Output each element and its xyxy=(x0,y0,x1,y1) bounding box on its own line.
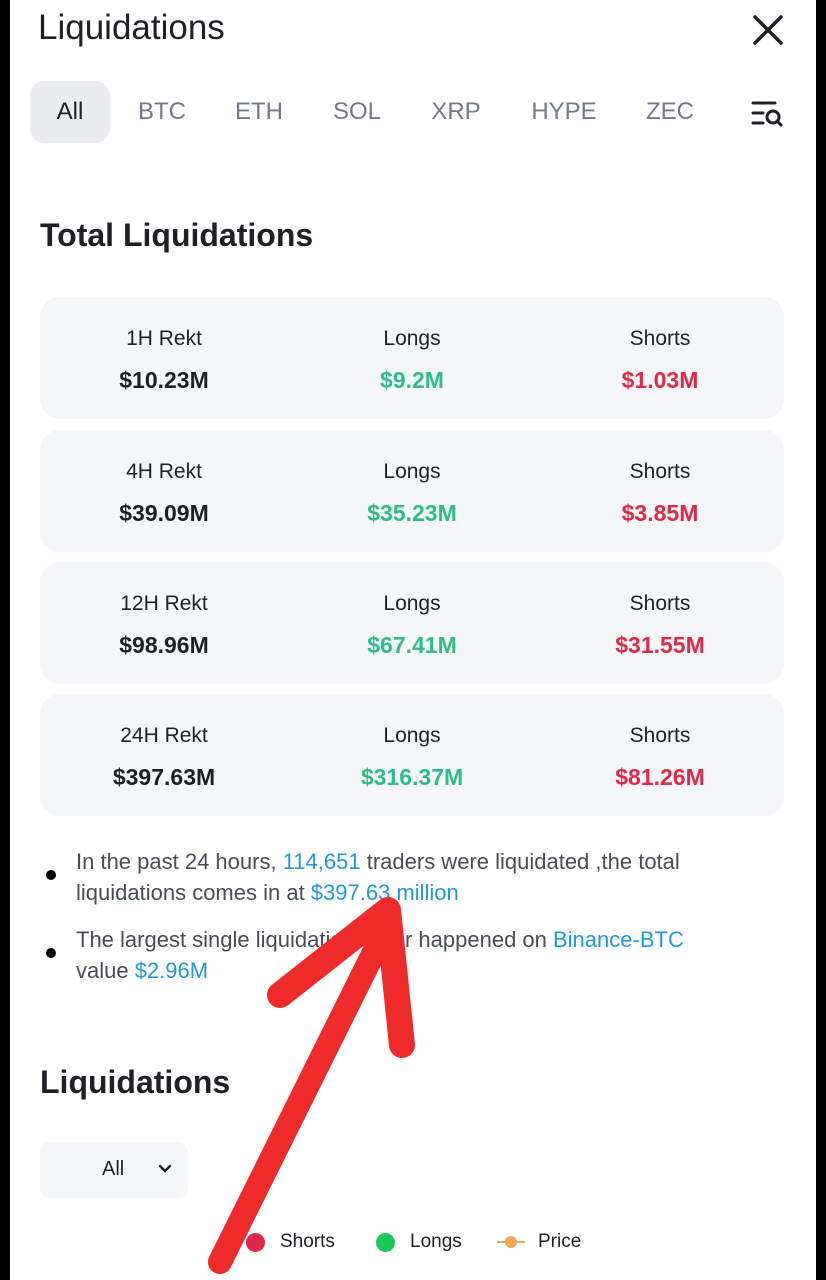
note-text: The largest single liquidation order hap… xyxy=(76,927,553,952)
chevron-down-icon xyxy=(158,1164,172,1173)
page-title: Liquidations xyxy=(38,8,225,47)
note-text: In the past 24 hours, xyxy=(76,849,283,874)
bullet-dot xyxy=(46,948,56,958)
note-traders-liquidated: In the past 24 hours, 114,651 traders we… xyxy=(40,846,780,908)
legend-label: Price xyxy=(538,1231,582,1252)
tab-btc[interactable]: BTC xyxy=(126,81,198,143)
longs-value: $67.41M xyxy=(367,632,457,658)
longs-value: $9.2M xyxy=(380,367,444,393)
shorts-label: Shorts xyxy=(629,327,691,350)
tab-all[interactable]: All xyxy=(30,81,110,143)
rekt-value: $397.63M xyxy=(112,764,216,790)
order-value-link[interactable]: $2.96M xyxy=(135,958,208,983)
close-icon[interactable] xyxy=(750,12,786,48)
total-amount-link[interactable]: $397.63 million xyxy=(311,880,459,905)
rekt-value: $10.23M xyxy=(119,367,209,393)
rekt-value: $39.09M xyxy=(119,500,209,526)
rekt-value: $98.96M xyxy=(119,632,209,658)
note-largest-order: The largest single liquidation order hap… xyxy=(40,924,780,986)
rekt-label: 1H Rekt xyxy=(126,327,202,350)
tab-hype[interactable]: HYPE xyxy=(520,81,608,143)
exchange-link[interactable]: Binance-BTC xyxy=(553,927,684,952)
shorts-label: Shorts xyxy=(629,460,691,483)
longs-label: Longs xyxy=(383,592,441,615)
legend-label: Longs xyxy=(410,1231,462,1252)
rekt-card-1h: 1H Rekt $10.23M Longs $9.2M Shorts $1.03… xyxy=(40,297,784,419)
shorts-value: $31.55M xyxy=(615,632,705,658)
legend-longs[interactable]: Longs xyxy=(376,1228,462,1256)
tab-sol[interactable]: SOL xyxy=(322,81,392,143)
tab-xrp[interactable]: XRP xyxy=(420,81,492,143)
shorts-swatch xyxy=(246,1233,265,1252)
summary-notes: In the past 24 hours, 114,651 traders we… xyxy=(40,846,780,1002)
filter-search-icon[interactable] xyxy=(750,98,784,128)
legend-label: Shorts xyxy=(280,1231,335,1252)
shorts-label: Shorts xyxy=(629,592,691,615)
dropdown-value: All xyxy=(102,1158,125,1180)
rekt-label: 12H Rekt xyxy=(120,592,208,615)
rekt-label: 24H Rekt xyxy=(120,724,208,747)
liquidations-screen: Liquidations All BTC ETH SOL XRP HYPE ZE… xyxy=(10,0,816,1280)
shorts-value: $1.03M xyxy=(621,367,699,393)
rekt-card-4h: 4H Rekt $39.09M Longs $35.23M Shorts $3.… xyxy=(40,430,784,552)
coin-filter-dropdown[interactable]: All xyxy=(40,1142,188,1198)
longs-label: Longs xyxy=(383,327,441,350)
shorts-label: Shorts xyxy=(629,724,691,747)
longs-swatch xyxy=(376,1233,395,1252)
tab-zec[interactable]: ZEC xyxy=(634,81,706,143)
legend-price[interactable]: Price xyxy=(497,1228,582,1256)
total-liquidations-title: Total Liquidations xyxy=(40,217,314,253)
rekt-label: 4H Rekt xyxy=(126,460,202,483)
chart-legend: Shorts Longs Price xyxy=(240,1228,620,1258)
price-line-swatch xyxy=(497,1236,525,1248)
tab-eth[interactable]: ETH xyxy=(224,81,294,143)
liquidations-chart-title: Liquidations xyxy=(40,1064,231,1100)
rekt-card-24h: 24H Rekt $397.63M Longs $316.37M Shorts … xyxy=(40,694,784,816)
longs-label: Longs xyxy=(383,460,441,483)
coin-tabs: All BTC ETH SOL XRP HYPE ZEC xyxy=(30,81,796,143)
rekt-card-12h: 12H Rekt $98.96M Longs $67.41M Shorts $3… xyxy=(40,562,784,684)
longs-label: Longs xyxy=(383,724,441,747)
traders-count-link[interactable]: 114,651 xyxy=(283,849,361,874)
bullet-dot xyxy=(46,870,56,880)
note-text: value xyxy=(76,958,135,983)
longs-value: $316.37M xyxy=(360,764,464,790)
legend-shorts[interactable]: Shorts xyxy=(246,1228,335,1256)
longs-value: $35.23M xyxy=(367,500,457,526)
shorts-value: $3.85M xyxy=(621,500,699,526)
shorts-value: $81.26M xyxy=(615,764,705,790)
